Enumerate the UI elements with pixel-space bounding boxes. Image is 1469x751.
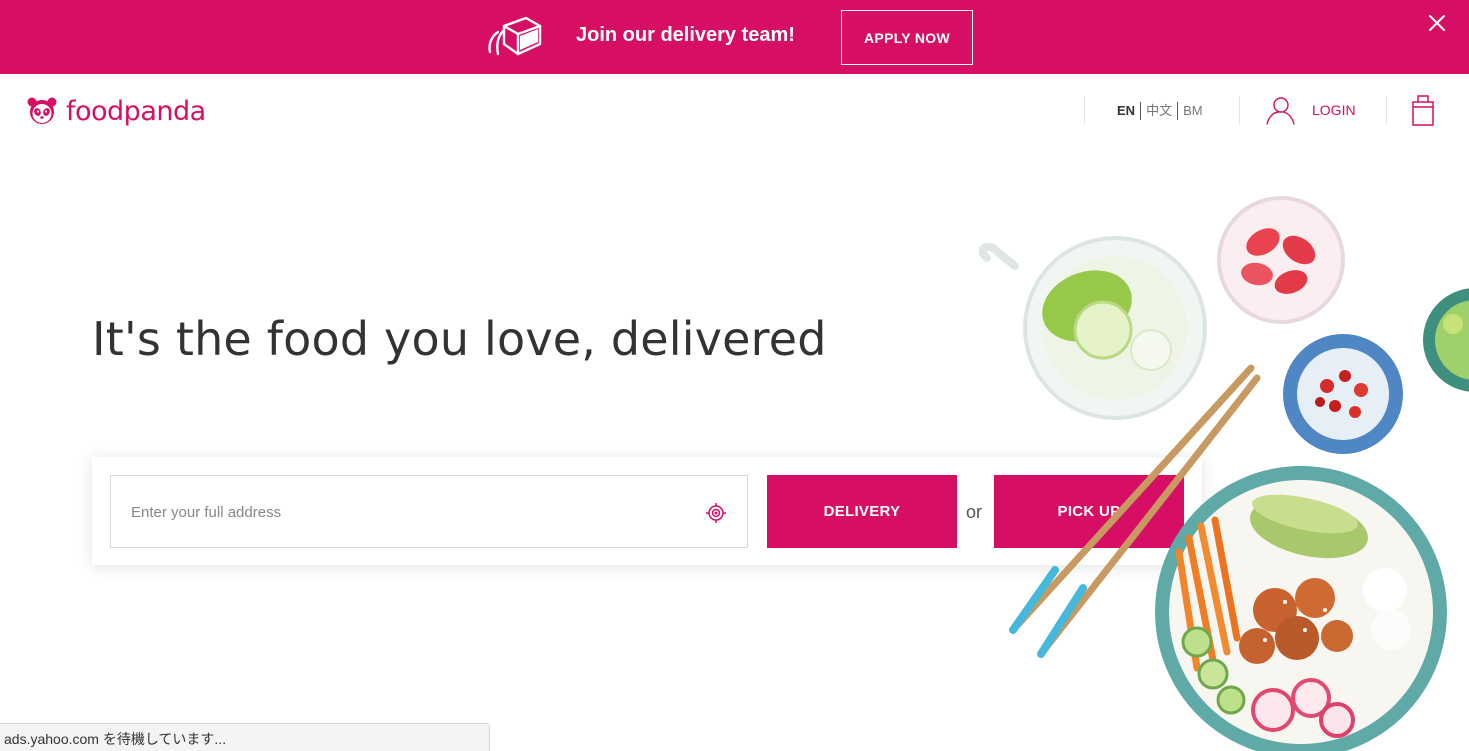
strawberry-glass xyxy=(1217,196,1345,324)
lang-en[interactable]: EN xyxy=(1116,103,1140,119)
user-icon xyxy=(1266,97,1295,125)
address-field xyxy=(110,475,748,548)
hero-headline: It's the food you love, delivered xyxy=(92,312,827,366)
banner-text: Join our delivery team! xyxy=(576,24,795,46)
lang-bm[interactable]: BM xyxy=(1178,103,1208,119)
address-input[interactable] xyxy=(131,496,691,528)
close-icon[interactable] xyxy=(1424,10,1450,36)
food-illustration xyxy=(978,196,1469,751)
delivery-box-icon xyxy=(488,16,542,56)
header-divider xyxy=(1239,96,1240,124)
apply-now-button[interactable]: APPLY NOW xyxy=(841,10,973,65)
lime-water-jug xyxy=(978,236,1207,420)
login-label: LOGIN xyxy=(1312,102,1356,118)
status-text: ads.yahoo.com を待機しています... xyxy=(4,731,227,747)
header-divider xyxy=(1386,96,1387,124)
promo-banner: Join our delivery team! APPLY NOW xyxy=(0,0,1469,74)
shopping-bag-icon[interactable] xyxy=(1410,93,1436,127)
locate-target-icon[interactable] xyxy=(705,502,727,524)
foodpanda-logo[interactable]: foodpanda xyxy=(26,94,206,128)
logo-text: foodpanda xyxy=(66,95,206,127)
chili-bowl xyxy=(1283,334,1403,454)
lang-zh[interactable]: 中文 xyxy=(1141,103,1177,119)
poke-bowl xyxy=(1155,466,1447,751)
delivery-button[interactable]: DELIVERY xyxy=(767,475,957,548)
browser-status-bar: ads.yahoo.com を待機しています... xyxy=(0,723,490,751)
panda-logo-icon xyxy=(27,97,57,124)
greens-bowl xyxy=(1423,288,1469,392)
header-divider xyxy=(1084,96,1085,124)
language-switcher: EN 中文 BM xyxy=(1116,102,1208,120)
login-button[interactable]: LOGIN xyxy=(1264,94,1356,126)
